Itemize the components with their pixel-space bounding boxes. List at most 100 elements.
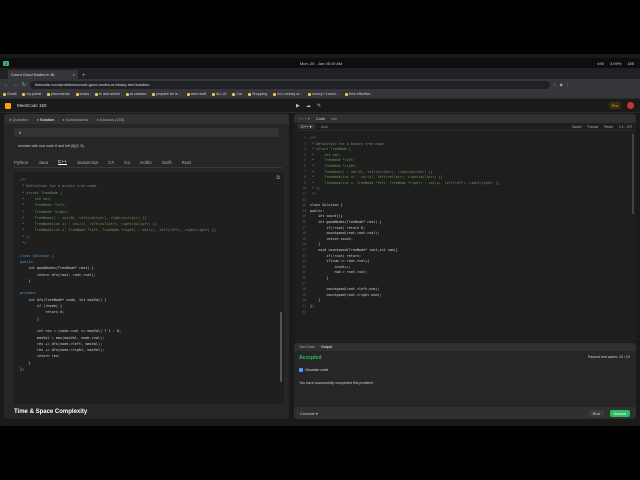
bookmark-item[interactable]: ALL money st... (273, 92, 302, 96)
description-panel: ● Question ● Solution ● Submissions ● Discuss (… (4, 114, 289, 419)
bookmark-item[interactable]: Cut (232, 92, 242, 96)
copy-icon[interactable]: ⧉ (276, 175, 280, 181)
url-input[interactable]: leetcode.com/problems/count-good-nodes-i… (30, 80, 550, 89)
editor-line[interactable]: } (310, 298, 320, 302)
line-number: 28 (302, 287, 306, 292)
scrollbar[interactable] (280, 312, 282, 382)
tab-question[interactable]: ● Question (9, 117, 28, 122)
editor-line[interactable]: class Solution { (310, 203, 343, 207)
bookmark-item[interactable]: tv and anime (95, 92, 120, 96)
run-icon[interactable]: ▶ (296, 103, 300, 109)
editor-line[interactable]: if(!root) return; (310, 254, 361, 258)
language-tab[interactable]: Swift (162, 160, 172, 165)
language-tab[interactable]: Rust (182, 160, 191, 165)
bookmark-item[interactable]: Shopping (248, 92, 267, 96)
tab-submissions[interactable]: ● Submissions (62, 117, 88, 122)
editor-line[interactable]: * int val; (310, 153, 341, 157)
language-tab[interactable]: Java (38, 160, 48, 165)
editor-line[interactable]: return count; (310, 237, 353, 241)
editor-scrollbar[interactable] (632, 134, 634, 214)
language-tab[interactable]: Go (124, 160, 130, 165)
language-tabs: Python Java C++ JavaScript C# Go Kotlin Swift Ru… (14, 158, 282, 168)
tab-solution[interactable]: ● Solution (36, 117, 54, 122)
editor-line[interactable]: } (310, 276, 328, 280)
line-number: 29 (302, 292, 306, 297)
menu-icon[interactable]: ⋮ (566, 82, 570, 87)
leetcode-logo-icon[interactable] (5, 102, 11, 109)
editor-line[interactable]: int goodNodes(TreeNode* root) { (310, 220, 381, 224)
editor-line[interactable]: if(num <= root->val){ (310, 259, 369, 263)
console-button[interactable]: Console ▾ (300, 411, 318, 416)
editor-line[interactable]: * TreeNode(int x) : val(x), left(nullptr… (310, 175, 443, 179)
language-tab[interactable]: Kotlin (140, 160, 152, 165)
language-select[interactable]: C++ ▾ (298, 124, 315, 129)
editor-line[interactable]: void countgood(TreeNode* root,int num){ (310, 248, 398, 252)
bookmark-item[interactable]: placements (47, 92, 70, 96)
workspace-indicator[interactable]: 2 (3, 60, 10, 66)
editor-line[interactable]: public: (310, 209, 324, 213)
editor-line[interactable]: * struct TreeNode { (310, 147, 351, 151)
code-line: } (20, 360, 31, 365)
browser-tab[interactable]: Count Good Nodes in Bi... × (8, 70, 78, 79)
format-button[interactable]: Format (587, 125, 598, 129)
editor-code-tab[interactable]: Code (316, 116, 326, 121)
editor-line[interactable]: */ (310, 192, 316, 196)
problem-list-title[interactable]: MeetCode 150 (17, 103, 47, 108)
panel-divider[interactable] (290, 114, 293, 419)
reset-button[interactable]: Reset (604, 125, 613, 129)
bookmark-item[interactable]: prepare for le... (152, 92, 181, 96)
editor-line[interactable]: * }; (310, 186, 320, 190)
editor-line[interactable]: /** (310, 136, 316, 140)
bookmark-item[interactable]: cs classes (125, 92, 146, 96)
editor-line[interactable]: num = root->val; (310, 270, 367, 274)
editor-line[interactable]: * TreeNode(int x, TreeNode *left, TreeNo… (310, 181, 500, 185)
line-number: 13 (302, 203, 306, 208)
avatar[interactable] (627, 102, 634, 109)
editor-line[interactable]: * TreeNode *right; (310, 164, 357, 168)
bookmark-item[interactable]: my portal (22, 92, 41, 96)
visualize-button[interactable]: Visualize node (299, 368, 328, 372)
editor-line[interactable]: countgood(root->left,num); (310, 287, 379, 291)
editor-line[interactable]: * TreeNode *left; (310, 158, 355, 162)
notes-icon[interactable]: ✎ (317, 103, 321, 109)
reload-icon[interactable]: ↻ (21, 82, 27, 88)
language-tab[interactable]: C# (108, 160, 114, 165)
tab-test-case[interactable]: Test Case (299, 345, 315, 349)
extensions-icon[interactable]: ◆ (560, 82, 563, 87)
bookmark-item[interactable]: work stuff (186, 92, 206, 96)
folder-icon (152, 92, 156, 96)
editor-line[interactable]: int count(){ (310, 214, 343, 218)
editor-line[interactable]: count++; (310, 265, 350, 269)
editor-line[interactable]: * TreeNode() : val(0), left(nullptr), ri… (310, 170, 432, 174)
back-icon[interactable]: ← (3, 82, 9, 88)
language-tab[interactable]: Python (14, 160, 28, 165)
editor-line[interactable]: * Definition for a binary tree node. (310, 142, 386, 146)
bookmark-item[interactable]: ALL AI (212, 92, 226, 96)
premium-badge[interactable]: Pro (608, 102, 621, 109)
auto-label[interactable]: Auto (321, 125, 328, 129)
bookmark-item[interactable]: survey / Learni... (308, 92, 339, 96)
console-bar: Console ▾ Run Submit (294, 407, 636, 419)
language-tab[interactable]: JavaScript (77, 160, 98, 165)
tab-discuss[interactable]: ● Discuss (153) (96, 117, 124, 122)
bookmark-item[interactable]: Gmail (3, 92, 16, 96)
submit-button[interactable]: Submit (609, 409, 630, 417)
language-tab[interactable]: C++ (58, 159, 67, 165)
run-button[interactable]: Run (588, 409, 604, 417)
editor-line[interactable]: }; (310, 304, 314, 308)
editor-line[interactable]: countgood(root,root->val); (310, 231, 379, 235)
star-icon[interactable]: ☆ (553, 82, 557, 87)
bookmark-item[interactable]: How effective... (344, 92, 373, 96)
editor-line[interactable]: } (310, 242, 320, 246)
upload-icon[interactable]: ☁ (306, 103, 311, 109)
editor-line[interactable]: countgood(root->right,num); (310, 293, 381, 297)
folder-icon (212, 92, 215, 96)
forward-icon[interactable]: → (12, 82, 18, 88)
editor-line[interactable]: if(!root) return 0; (310, 226, 365, 230)
code-line: int goodNodes(TreeNode* root) { (20, 266, 94, 271)
tab-close-icon[interactable]: × (73, 72, 75, 77)
os-status-3: 185 (627, 60, 634, 66)
editor-lang-tab[interactable]: C++ ▾ (299, 116, 310, 121)
tab-output[interactable]: Output (321, 345, 332, 349)
bookmark-item[interactable]: books (75, 92, 89, 96)
